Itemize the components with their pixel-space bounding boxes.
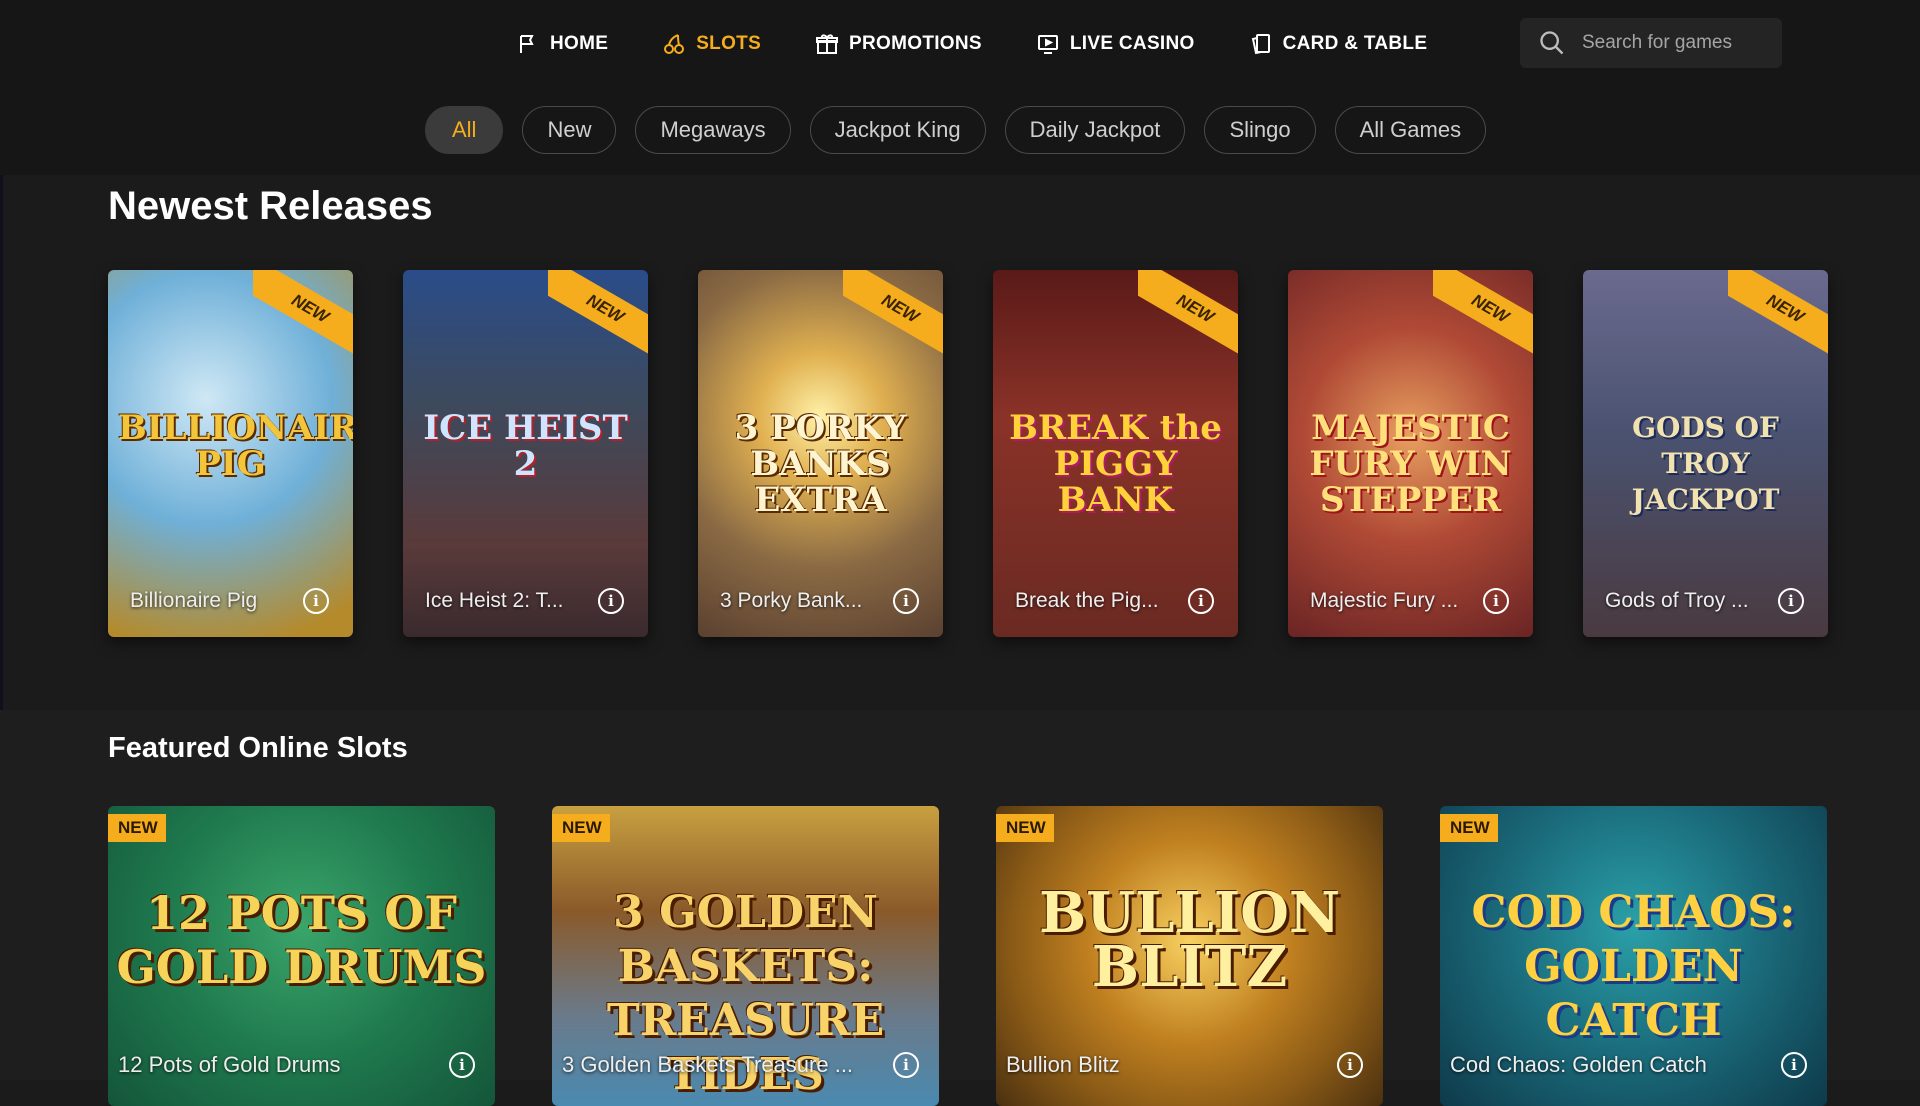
filter-jackpot-king[interactable]: Jackpot King	[809, 106, 986, 154]
game-card-cod-chaos[interactable]: COD CHAOS: GOLDEN CATCH NEW Cod Chaos: G…	[1440, 806, 1827, 1106]
cherries-icon	[664, 34, 685, 54]
new-ribbon: NEW	[548, 270, 648, 362]
info-icon[interactable]: i	[449, 1052, 475, 1078]
nav-card-table[interactable]: CARD & TABLE	[1249, 26, 1428, 62]
nav-home[interactable]: HOME	[516, 26, 608, 62]
info-icon[interactable]: i	[1781, 1052, 1807, 1078]
filter-slingo[interactable]: Slingo	[1204, 106, 1316, 154]
filter-megaways[interactable]: Megaways	[635, 106, 791, 154]
info-icon[interactable]: i	[893, 1052, 919, 1078]
game-logo: ICE HEIST 2	[423, 408, 628, 484]
filter-all[interactable]: All	[425, 106, 504, 154]
filter-all-games[interactable]: All Games	[1334, 106, 1487, 154]
game-title: Break the Pig...	[1015, 589, 1159, 612]
nav-slots[interactable]: SLOTS	[662, 26, 761, 62]
info-icon[interactable]: i	[1483, 588, 1509, 614]
new-badge: NEW	[108, 814, 166, 842]
new-ribbon: NEW	[253, 270, 353, 362]
featured-slots-row: 12 POTS OF GOLD DRUMS NEW 12 Pots of Gol…	[108, 806, 1827, 1106]
game-title: 3 Golden Baskets Treasure ...	[562, 1052, 854, 1077]
search-input[interactable]	[1580, 31, 1774, 55]
game-logo: MAJESTIC FURY WIN STEPPER	[1309, 408, 1512, 520]
game-title: 12 Pots of Gold Drums	[118, 1052, 341, 1077]
cards-icon	[1251, 34, 1270, 55]
game-logo: BREAK the PIGGY BANK	[1009, 408, 1222, 520]
game-title: Cod Chaos: Golden Catch	[1450, 1052, 1707, 1077]
game-logo: GODS OF TROY JACKPOT	[1631, 411, 1780, 516]
game-title: 3 Porky Bank...	[720, 589, 863, 612]
nav-live-casino-label: LIVE CASINO	[1069, 33, 1195, 54]
info-icon[interactable]: i	[1188, 588, 1214, 614]
filter-new[interactable]: New	[522, 106, 617, 154]
filter-chips: All New Megaways Jackpot King Daily Jack…	[425, 106, 1487, 154]
game-card-3-porky-banks[interactable]: 3 PORKY BANKS EXTRA NEW 3 Porky Bank... …	[698, 270, 943, 637]
new-ribbon: NEW	[1728, 270, 1828, 362]
new-ribbon: NEW	[1138, 270, 1238, 362]
game-card-break-the-piggy-bank[interactable]: BREAK the PIGGY BANK NEW Break the Pig..…	[993, 270, 1238, 637]
nav-home-label: HOME	[550, 33, 609, 54]
game-logo: 12 POTS OF GOLD DRUMS	[116, 886, 487, 994]
gift-icon	[816, 34, 839, 54]
game-card-billionaire-pig[interactable]: BILLIONAIRE PIG NEW Billionaire Pig i	[108, 270, 353, 637]
new-badge: NEW	[1440, 814, 1498, 842]
game-title: Majestic Fury ...	[1310, 589, 1459, 612]
search-box[interactable]	[1520, 18, 1782, 68]
game-card-ice-heist-2[interactable]: ICE HEIST 2 NEW Ice Heist 2: T... i	[403, 270, 648, 637]
filter-daily-jackpot[interactable]: Daily Jackpot	[1004, 106, 1186, 154]
newest-releases-title: Newest Releases	[108, 184, 433, 228]
game-logo: BULLION BLITZ	[1038, 880, 1341, 1000]
game-title: Billionaire Pig	[130, 589, 258, 612]
game-title: Ice Heist 2: T...	[425, 589, 564, 612]
game-logo: COD CHAOS: GOLDEN CATCH	[1471, 887, 1796, 1046]
new-badge: NEW	[552, 814, 610, 842]
new-ribbon: NEW	[1433, 270, 1533, 362]
info-icon[interactable]: i	[598, 588, 624, 614]
info-icon[interactable]: i	[303, 588, 329, 614]
game-title: Bullion Blitz	[1006, 1052, 1120, 1077]
newest-releases-row: BILLIONAIRE PIG NEW Billionaire Pig i IC…	[108, 270, 1828, 637]
nav-card-table-label: CARD & TABLE	[1282, 33, 1428, 54]
info-icon[interactable]: i	[893, 588, 919, 614]
new-ribbon: NEW	[843, 270, 943, 362]
nav-live-casino[interactable]: LIVE CASINO	[1036, 26, 1195, 62]
nav-promotions[interactable]: PROMOTIONS	[815, 26, 982, 62]
search-icon	[1540, 31, 1564, 55]
game-card-12-pots-of-gold[interactable]: 12 POTS OF GOLD DRUMS NEW 12 Pots of Gol…	[108, 806, 495, 1106]
nav-slots-label: SLOTS	[696, 33, 762, 54]
monitor-play-icon	[1037, 35, 1058, 54]
info-icon[interactable]: i	[1337, 1052, 1363, 1078]
info-icon[interactable]: i	[1778, 588, 1804, 614]
game-logo: 3 PORKY BANKS EXTRA	[734, 408, 907, 520]
game-logo: BILLIONAIRE PIG	[118, 408, 353, 484]
game-title: Gods of Troy ...	[1605, 589, 1749, 612]
flag-icon	[520, 35, 534, 53]
game-card-bullion-blitz[interactable]: BULLION BLITZ NEW Bullion Blitz i	[996, 806, 1383, 1106]
top-bar: HOME SLOTS PROMOTIONS LIVE CASINO CARD &…	[0, 0, 1920, 175]
featured-slots-title: Featured Online Slots	[108, 732, 408, 764]
game-card-3-golden-baskets[interactable]: 3 GOLDEN BASKETS: TREASURE TIDES NEW 3 G…	[552, 806, 939, 1106]
game-card-gods-of-troy[interactable]: GODS OF TROY JACKPOT NEW Gods of Troy ..…	[1583, 270, 1828, 637]
main-nav: HOME SLOTS PROMOTIONS LIVE CASINO CARD &…	[516, 26, 1481, 62]
nav-promotions-label: PROMOTIONS	[849, 33, 982, 54]
new-badge: NEW	[996, 814, 1054, 842]
game-card-majestic-fury[interactable]: MAJESTIC FURY WIN STEPPER NEW Majestic F…	[1288, 270, 1533, 637]
